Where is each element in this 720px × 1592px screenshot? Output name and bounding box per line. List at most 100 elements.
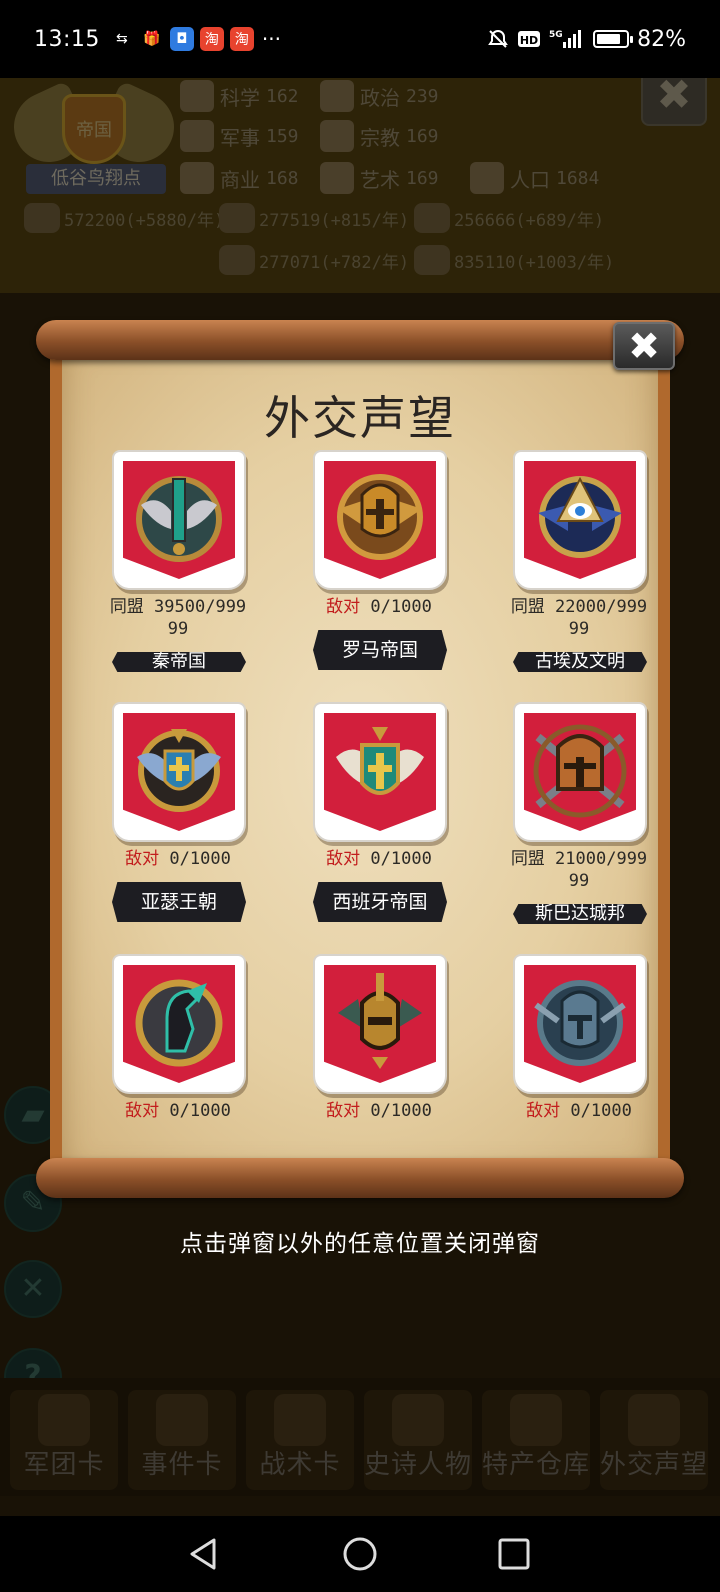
stat-population: 人口 1684 (470, 162, 599, 194)
relation-value: 0/1000 (360, 849, 432, 869)
nation-name[interactable]: 古埃及文明 (513, 652, 647, 672)
resource-value: 256666(+689/年) (454, 210, 605, 231)
tab-label: 特产仓库 (482, 1450, 591, 1480)
status-system-icons: HD 5G 82% (487, 27, 686, 52)
spartan-helmet-crest-icon (533, 724, 627, 818)
dialog-title: 外交声望 (264, 391, 456, 445)
nation-badge[interactable] (313, 954, 447, 1094)
sync-app-icon: ⇆ (116, 31, 128, 47)
nation-card[interactable]: 同盟 39500/999 99 秦帝国 (98, 450, 258, 690)
stat-value: 169 (406, 125, 439, 147)
nation-badge[interactable] (513, 702, 647, 842)
nation-card[interactable]: 敌对 0/1000 (98, 954, 258, 1174)
legion-cards-icon (38, 1394, 90, 1446)
tab-event-cards[interactable]: 事件卡 (128, 1390, 236, 1490)
tactic-cards-icon (274, 1394, 326, 1446)
battery-icon (593, 30, 634, 48)
nation-badge[interactable] (112, 450, 246, 590)
population-icon (470, 162, 504, 194)
empire-emblem: 帝国 低谷鸟翔点 (2, 80, 186, 204)
event-cards-icon (156, 1394, 208, 1446)
stat-art: 艺术 169 (320, 162, 439, 194)
badge-background (123, 713, 235, 831)
nation-badge[interactable] (313, 450, 447, 590)
home-icon[interactable] (340, 1534, 380, 1574)
nation-card[interactable]: 敌对 0/1000 罗马帝国 (299, 450, 459, 690)
relation-state: 敌对 (526, 1101, 561, 1121)
nation-name[interactable]: 斯巴达城邦 (513, 904, 647, 924)
relation-value: 0/1000 (360, 1101, 432, 1121)
military-icon (180, 120, 214, 152)
relation-value-line: 99 (568, 619, 590, 639)
taobao-app-icon: 淘 (229, 27, 254, 51)
badge-background (324, 461, 436, 579)
svg-text:5G: 5G (549, 30, 563, 40)
resource-item: 277071(+782/年) (219, 245, 409, 275)
stat-religion: 宗教 169 (320, 120, 439, 152)
tab-label: 军团卡 (23, 1450, 105, 1480)
tab-label: 事件卡 (141, 1450, 223, 1480)
nation-name[interactable]: 罗马帝国 (313, 630, 447, 670)
blue-app-icon: ◘ (169, 27, 194, 51)
relation-value-line: 同盟 22000/999 (510, 597, 648, 617)
resource-value: 277071(+782/年) (259, 252, 410, 273)
stat-name: 政治 (360, 85, 400, 110)
nation-card[interactable]: 敌对 0/1000 (299, 954, 459, 1174)
back-icon[interactable] (184, 1534, 224, 1574)
relation-value-line: 99 (568, 871, 590, 891)
gold-icon (24, 203, 60, 233)
resource-value: 277519(+815/年) (259, 210, 410, 231)
relation-value-line: 同盟 39500/999 (109, 597, 247, 617)
resource-item: 572200(+5880/年) (24, 203, 224, 233)
relation-state: 敌对 (326, 849, 361, 869)
recents-icon[interactable] (494, 1534, 534, 1574)
nation-name[interactable]: 西班牙帝国 (313, 882, 447, 922)
tab-diplomatic-reputation[interactable]: 外交声望 (600, 1390, 708, 1490)
diplomacy-dialog: 外交声望 同盟 39500/999 99 秦帝国 敌对 0/1000 罗马帝国 同盟 22… (36, 320, 684, 1230)
svg-text:HD: HD (520, 34, 538, 47)
tab-epic-figures[interactable]: 史诗人物 (364, 1390, 472, 1490)
diplomatic-reputation-icon (628, 1394, 680, 1446)
knight-helmet-crest-icon (534, 980, 626, 1066)
nation-card[interactable]: 敌对 0/1000 亚瑟王朝 (98, 702, 258, 942)
nation-badge[interactable] (112, 702, 246, 842)
relation-status: 同盟 21000/999 99 (499, 848, 658, 892)
stat-value: 169 (406, 167, 439, 189)
nation-name[interactable]: 亚瑟王朝 (112, 882, 246, 922)
nation-card[interactable]: 敌对 0/1000 (499, 954, 658, 1174)
nation-badge[interactable] (112, 954, 246, 1094)
dialog-close-button[interactable]: ✖ (613, 322, 675, 370)
tab-legion-cards[interactable]: 军团卡 (10, 1390, 118, 1490)
badge-background (524, 461, 636, 579)
stat-value: 168 (266, 167, 299, 189)
nation-name[interactable]: 秦帝国 (112, 652, 246, 672)
nation-card[interactable]: 同盟 22000/999 99 古埃及文明 (499, 450, 658, 690)
relation-state: 敌对 (326, 1101, 361, 1121)
nation-card[interactable]: 敌对 0/1000 西班牙帝国 (299, 702, 459, 942)
tab-specialty-warehouse[interactable]: 特产仓库 (482, 1390, 590, 1490)
background-close-button[interactable]: ✖ (641, 78, 707, 126)
nation-badge[interactable] (513, 450, 647, 590)
nation-badge[interactable] (313, 702, 447, 842)
relation-value-line: 99 (167, 619, 189, 639)
tab-tactic-cards[interactable]: 战术卡 (246, 1390, 354, 1490)
system-navigation-bar (0, 1516, 720, 1592)
relation-value-line: 同盟 21000/999 (510, 849, 648, 869)
relation-value: 0/1000 (360, 597, 432, 617)
signal-5g-icon: 5G (549, 30, 582, 48)
status-bar: 13:15 ⇆ 🎁 ◘ 淘淘 ··· HD 5G 82% (0, 0, 720, 78)
nation-badge[interactable] (513, 954, 647, 1094)
resource-value: 572200(+5880/年) (64, 210, 225, 231)
relation-status: 敌对 0/1000 (499, 1100, 658, 1122)
more-notifications-icon: ··· (261, 27, 281, 51)
relation-state: 敌对 (125, 849, 160, 869)
science-icon (180, 80, 214, 112)
cross-shield-crest-icon (336, 727, 424, 795)
nation-card[interactable]: 同盟 21000/999 99 斯巴达城邦 (499, 702, 658, 942)
relation-status: 敌对 0/1000 (299, 1100, 459, 1122)
bottom-tab-bar: 军团卡 事件卡 战术卡 史诗人物 特产仓库 外交声望 (0, 1378, 720, 1496)
wood-icon (219, 203, 255, 233)
mute-icon[interactable]: ✕ (4, 1260, 62, 1318)
stat-name: 科学 (220, 85, 260, 110)
religion-icon (320, 120, 354, 152)
